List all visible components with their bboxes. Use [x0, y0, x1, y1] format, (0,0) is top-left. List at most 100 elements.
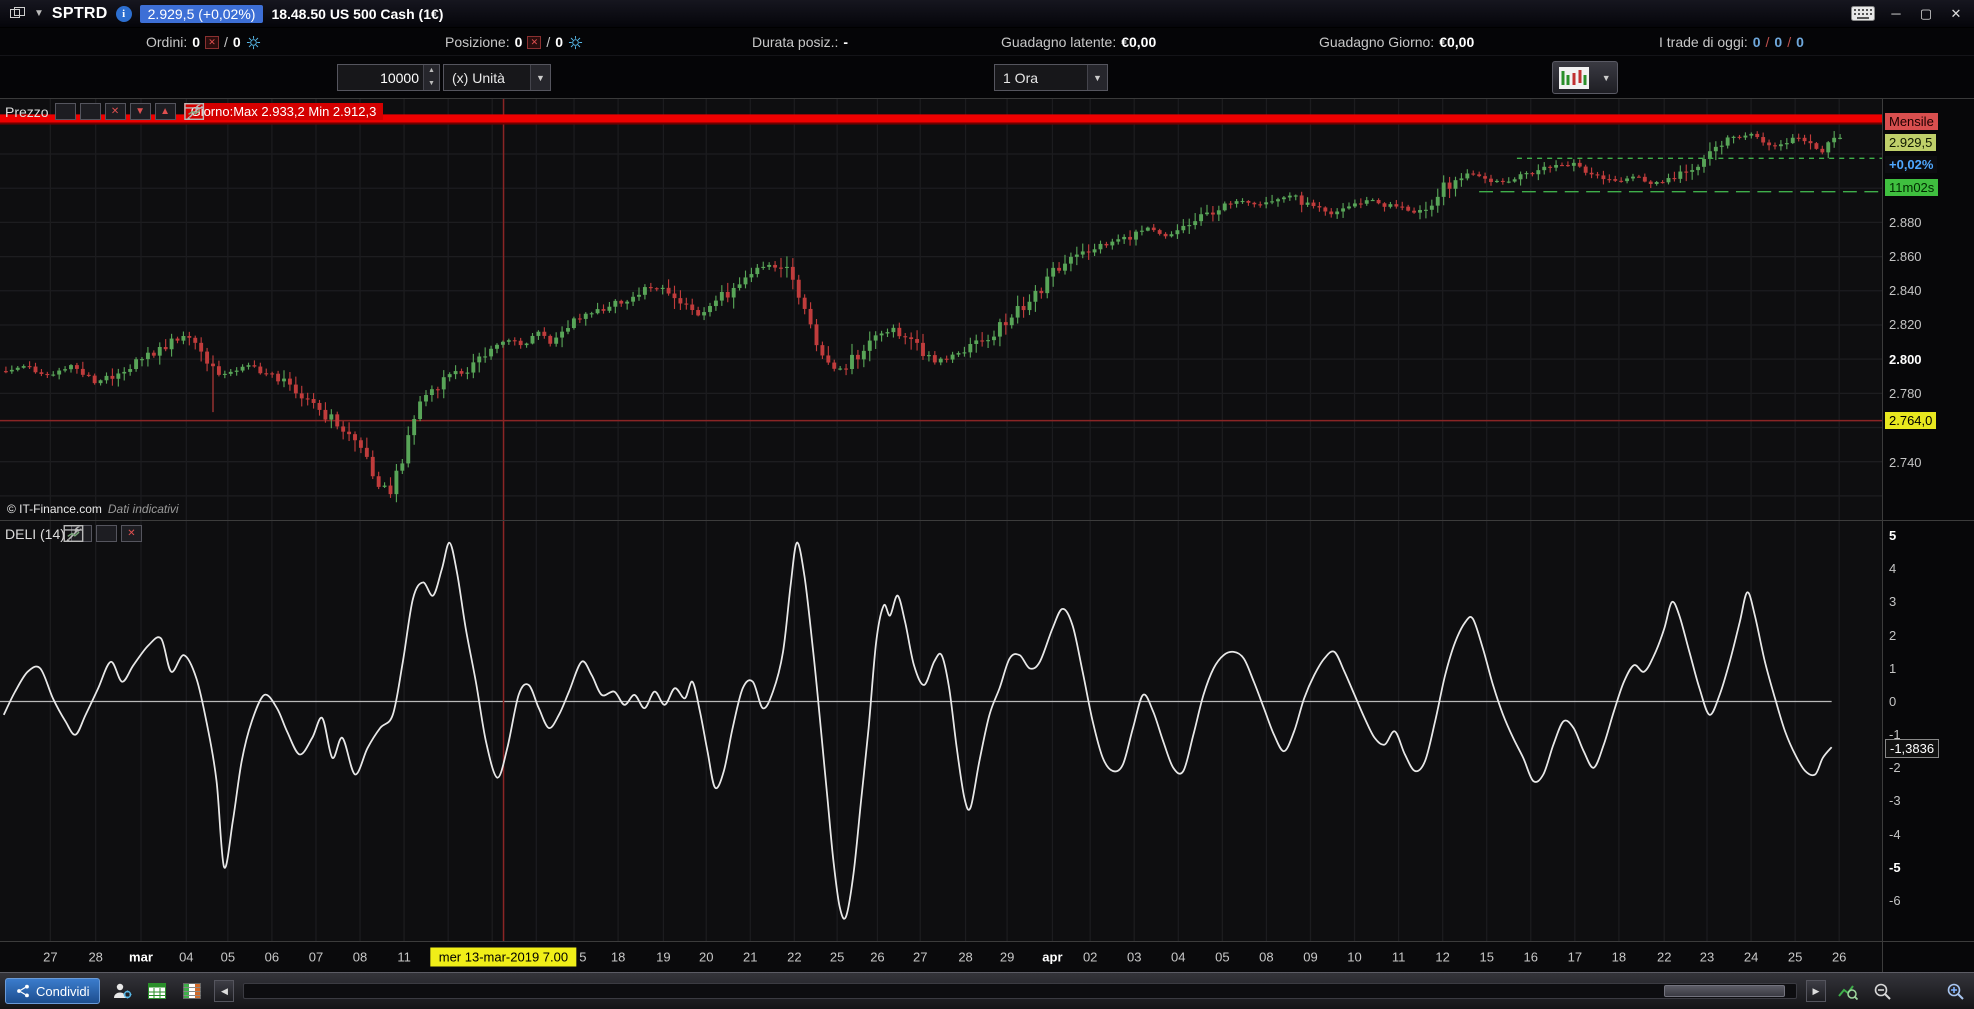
deli-axis-label: -6	[1889, 893, 1901, 909]
window-icon	[63, 525, 84, 542]
time-axis-label: 05	[220, 949, 236, 965]
last-price-chip: 2.929,5	[1885, 134, 1937, 151]
position-value: 0	[514, 34, 523, 50]
cancel-orders-icon[interactable]: ✕	[205, 35, 220, 49]
time-axis-label: 26	[1831, 949, 1847, 965]
zoom-in-button[interactable]	[1943, 978, 1969, 1004]
instrument-symbol: SPTRD	[51, 4, 108, 22]
orders-label: Ordini:	[146, 34, 188, 50]
time-axis-label: 07	[308, 949, 324, 965]
trading-info-toolbar: Ordini: 0 ✕ / 0 Posizione: 0 ✕ / 0 Durat…	[0, 28, 1974, 56]
timeframe-select-value: 1 Ora	[1003, 69, 1039, 86]
scroll-left-button[interactable]: ◀	[214, 980, 235, 1002]
chart-style-caret-icon[interactable]: ▼	[1602, 73, 1611, 83]
time-axis-label: 19	[656, 949, 671, 965]
orders-group: Ordini: 0 ✕ / 0	[146, 28, 261, 56]
deli-value-chip: -1,3836	[1885, 738, 1940, 758]
deli-chart[interactable]	[0, 521, 1882, 941]
trades-value-2: 0	[1774, 34, 1783, 50]
price-panel-header: Prezzo ✕ ▼ ▲ Giorno:Max 2.933,2 Min 2.91…	[5, 103, 384, 120]
timeframe-select[interactable]: 1 Ora ▼	[994, 64, 1108, 91]
chart-controls-toolbar: ▲ ▼ (x) Unità ▼ 1 Ora ▼ ▼	[0, 56, 1974, 99]
position-settings-icon[interactable]	[568, 35, 583, 50]
quantity-decrement-button[interactable]: ▼	[424, 77, 439, 90]
chart-magnifier-icon	[1838, 985, 1858, 1000]
time-axis-label: 11	[397, 949, 411, 965]
quantity-stepper[interactable]: ▲ ▼	[337, 64, 440, 91]
crosshair-date-chip: mer 13-mar-2019 7.00	[430, 947, 577, 967]
period-chip: Mensile	[1885, 113, 1938, 130]
price-axis-label: 2.780	[1889, 386, 1922, 402]
indicator-panel: DELI (14) ✕ -1,3836 5 4 3 2 1 0 -1 -2 -3 -4 -5 -6	[0, 521, 1974, 942]
unit-select[interactable]: (x) Unità ▼	[443, 64, 551, 91]
position-label: Posizione:	[445, 34, 510, 50]
deli-axis-label: -3	[1889, 793, 1901, 809]
window-menu-caret-icon[interactable]: ▼	[34, 8, 44, 19]
price-axis-label: 2.880	[1889, 214, 1922, 230]
duration-group: Durata posiz.: -	[752, 28, 848, 56]
chart-style-icon	[1559, 66, 1590, 89]
price-badge: 2.929,5 (+0,02%)	[139, 4, 264, 23]
scroll-right-button[interactable]: ▶	[1806, 980, 1826, 1002]
time-axis-label: 16	[1523, 949, 1538, 965]
zoom-settings-button[interactable]	[1835, 978, 1861, 1004]
price-plot[interactable]: Prezzo ✕ ▼ ▲ Giorno:Max 2.933,2 Min 2.91…	[0, 99, 1882, 520]
share-icon	[17, 984, 29, 998]
day-gain-group: Guadagno Giorno: €0,00	[1319, 28, 1474, 56]
time-axis-label: 24	[1743, 949, 1759, 965]
window-menu-icon[interactable]	[8, 5, 26, 23]
minimize-button[interactable]: ─	[1886, 6, 1906, 21]
deli-panel-header: DELI (14) ✕	[5, 525, 142, 542]
time-axis-label: 06	[264, 949, 280, 965]
orders-settings-icon[interactable]	[246, 35, 261, 50]
window-icon	[184, 103, 205, 120]
info-icon[interactable]: i	[115, 5, 132, 22]
price-axis-label: 2.840	[1889, 283, 1922, 299]
orders-list-button[interactable]	[144, 978, 170, 1004]
disclaimer-text: Dati indicativi	[107, 502, 179, 516]
orders-separator: /	[224, 34, 228, 50]
scrollbar-track[interactable]	[243, 983, 1797, 999]
deli-plot[interactable]: DELI (14) ✕	[0, 521, 1882, 941]
price-axis-label: 2.740	[1889, 454, 1922, 470]
price-chart[interactable]	[0, 99, 1882, 520]
share-button[interactable]: Condividi	[5, 978, 101, 1004]
portfolio-list-button[interactable]	[179, 978, 205, 1004]
scrollbar-thumb[interactable]	[1664, 985, 1786, 997]
trades-value-1: 0	[1752, 34, 1761, 50]
unit-select-caret-icon[interactable]: ▼	[530, 65, 550, 90]
deli-axis[interactable]: -1,3836 5 4 3 2 1 0 -1 -2 -3 -4 -5 -6	[1882, 521, 1974, 941]
keyboard-icon[interactable]	[1850, 4, 1876, 24]
time-axis-corner	[1882, 942, 1974, 972]
time-axis[interactable]: mer 13-mar-2019 7.00 27 28 mar 04 05 06 07 08 11…	[0, 942, 1974, 972]
quantity-input[interactable]	[338, 69, 423, 86]
close-position-icon[interactable]: ✕	[527, 35, 542, 49]
time-axis-label: 28	[88, 949, 103, 965]
trades-today-group: I trade di oggi: 0 / 0 / 0	[1659, 28, 1804, 56]
copyright-text: © IT-Finance.com	[7, 502, 102, 516]
duration-value: -	[843, 34, 849, 50]
time-axis-label: 12	[1435, 949, 1450, 965]
deli-axis-label: 0	[1889, 693, 1897, 709]
quantity-increment-button[interactable]: ▲	[424, 65, 439, 78]
latent-gain-value: €0,00	[1121, 34, 1157, 50]
trades-sep-2: /	[1787, 34, 1792, 50]
table-columns-icon	[183, 983, 202, 999]
close-button[interactable]: ✕	[1946, 6, 1966, 22]
titlebar-controls: ─ ▢ ✕	[1850, 4, 1966, 24]
price-panel: Prezzo ✕ ▼ ▲ Giorno:Max 2.933,2 Min 2.91…	[0, 99, 1974, 521]
deli-window-button[interactable]	[63, 525, 117, 542]
chart-style-button[interactable]: ▼	[1552, 61, 1618, 94]
user-settings-button[interactable]	[109, 978, 135, 1004]
price-window-button[interactable]	[79, 103, 205, 120]
timeframe-select-caret-icon[interactable]: ▼	[1087, 65, 1107, 90]
magnifier-minus-icon	[1874, 983, 1891, 1000]
time-axis-label: 27	[43, 949, 58, 965]
price-axis[interactable]: Mensile 2.929,5 +0,02% 11m02s 2.764,0 2.…	[1882, 99, 1974, 520]
zoom-out-button[interactable]	[1870, 978, 1896, 1004]
maximize-button[interactable]: ▢	[1916, 6, 1936, 22]
deli-axis-label: -4	[1889, 826, 1901, 842]
orders-value: 0	[192, 34, 201, 50]
deli-axis-label: 5	[1889, 528, 1897, 544]
countdown-chip: 11m02s	[1885, 179, 1939, 196]
